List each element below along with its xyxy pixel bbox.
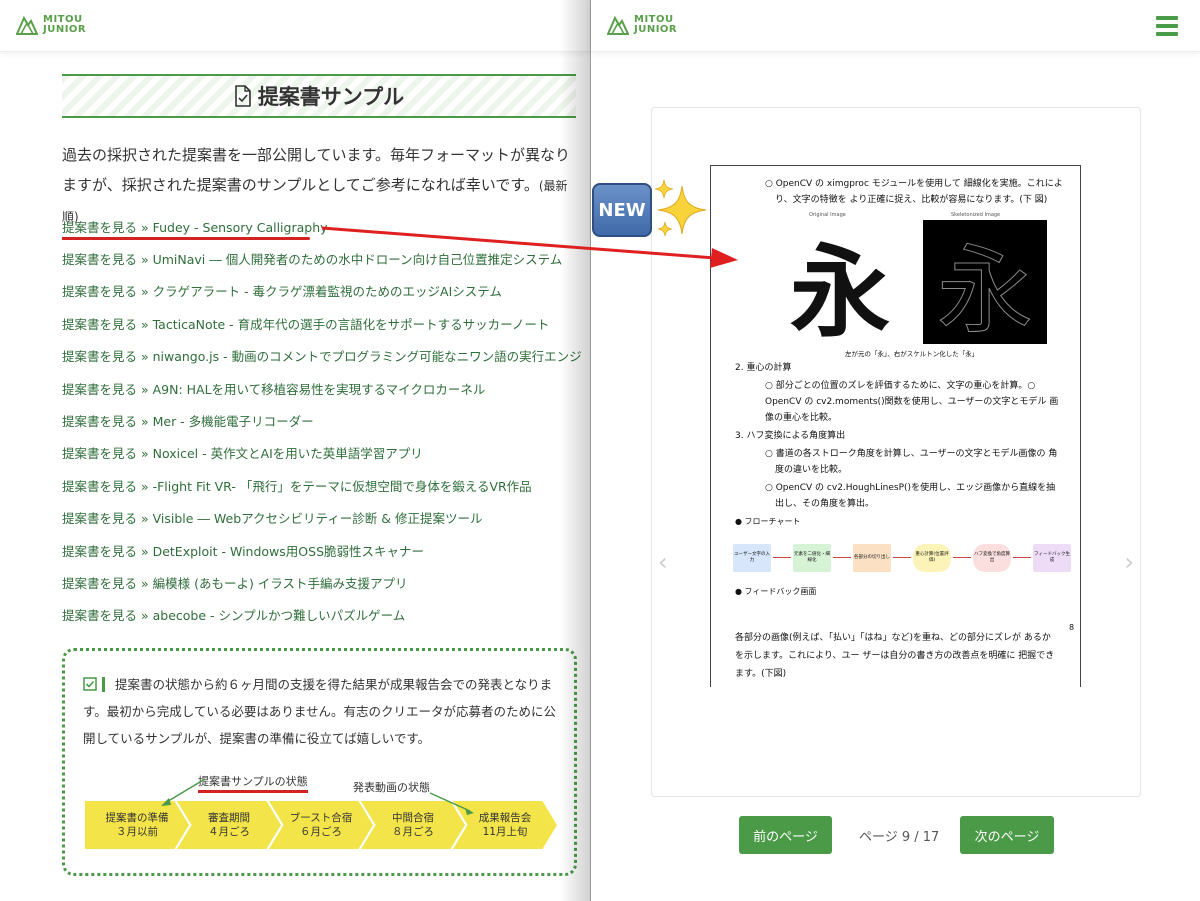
proposal-link[interactable]: 提案書を見る » Visible ― Webアクセシビリティー診断 & 修正提案… — [62, 502, 582, 534]
flowchart: ユーザー文字の入力 元素を二値化・細線化 各部分の切り出し 重心計算(位置評価)… — [733, 544, 1073, 574]
pdf-page: ○ OpenCV の ximgproc モジュールを使用して 細線化を実施。これ… — [710, 165, 1081, 687]
flow-arrow — [893, 557, 911, 558]
proposal-link[interactable]: 提案書を見る » Mer - 多機能電子リコーダー — [62, 404, 582, 436]
flow-node: 元素を二値化・細線化 — [793, 544, 831, 572]
feedback-title: ● フィードバック画面 — [735, 587, 817, 596]
pdf-text: ○ 書道の各ストローク角度を計算し、ユーザーの文字とモデル画像の 角 — [765, 449, 1058, 459]
proposal-link[interactable]: 提案書を見る » 編模様 (あもーよ) イラスト手編み支援アプリ — [62, 566, 582, 598]
prev-page-button[interactable]: 前のページ — [739, 816, 832, 854]
proposal-link[interactable]: 提案書を見る » Noxicel - 英作文とAIを用いた英単語学習アプリ — [62, 437, 582, 469]
section-title: 提案書サンプル — [62, 74, 576, 118]
page-title: 提案書サンプル — [257, 85, 405, 109]
next-page-button[interactable]: 次のページ — [960, 816, 1054, 854]
flow-node: ユーザー文字の入力 — [733, 544, 771, 572]
pdf-text: 各部分の画像(例えば、「払い」「はね」など)を重ね、どの部分にズレが あるか — [735, 633, 1051, 643]
proposal-link-list: 提案書を見る » Fudey - Sensory Calligraphy 提案書… — [62, 210, 582, 631]
right-header: MITOU JUNIOR — [591, 0, 1200, 52]
intro-text: 過去の採択された提案書を一部公開しています。毎年フォーマットが異なりますが、採択… — [62, 146, 571, 194]
pdf-text: 像の重心を比較。 — [765, 413, 838, 423]
proposal-link[interactable]: 提案書を見る » A9N: HALを用いて移植容易性を実現するマイクロカーネル — [62, 372, 582, 404]
pdf-text: 出し、その角度を算出。 — [775, 499, 875, 509]
flow-arrow — [773, 557, 791, 558]
pdf-bullet1-line1: ○ OpenCV の ximgproc モジュールを使用して 細線化を実施。これ… — [765, 179, 1063, 189]
new-badge: NEW — [592, 183, 652, 237]
menu-icon[interactable] — [1156, 16, 1178, 36]
chevron-left-icon[interactable]: ‹ — [658, 548, 668, 576]
pdf-text: ○ OpenCV の cv2.HoughLinesP()を使用し、エッジ画像から… — [765, 483, 1056, 493]
proposal-link[interactable]: 提案書を見る » abecobe - シンプルかつ難しいパズルゲーム — [62, 599, 582, 631]
pdf-text: を示します。これにより、ユー ザーは自分の書き方の改善点を明確に 把握でき — [735, 651, 1055, 661]
chevron-right-icon[interactable]: › — [1124, 548, 1134, 576]
sparkles-icon — [654, 179, 707, 237]
proposal-link[interactable]: 提案書を見る » Fudey - Sensory Calligraphy — [62, 210, 582, 242]
flow-arrow — [1013, 557, 1031, 558]
proposal-link[interactable]: 提案書を見る » クラゲアラート - 毒クラゲ漂着監視のためのエッジAIシステム — [62, 275, 582, 307]
logo-line2: JUNIOR — [43, 24, 87, 35]
timeline-arrows — [161, 778, 474, 815]
pdf-heading-2: 2. 重心の計算 — [735, 363, 792, 373]
document-icon — [235, 85, 251, 107]
left-header: MITOU JUNIOR — [0, 0, 590, 52]
pdf-heading-3: 3. ハフ変換による角度算出 — [735, 431, 846, 441]
proposal-link[interactable]: 提案書を見る » TacticaNote - 育成年代の選手の言語化をサポートす… — [62, 307, 582, 339]
flow-node: ハフ変換で角度算出 — [973, 544, 1011, 572]
pdf-text: 度の違いを比較。 — [775, 465, 848, 475]
skeleton-kanji-image: 永 — [923, 220, 1047, 347]
flow-node: フィードバック生成 — [1033, 544, 1071, 572]
pdf-text: ます。(下図) — [735, 669, 787, 679]
proposal-link[interactable]: 提案書を見る » DetExploit - Windows用OSS脆弱性スキャナ… — [62, 534, 582, 566]
logo-line2: JUNIOR — [634, 24, 678, 35]
pdf-bullet1-line2: り、文字の特徴を より正確に捉え、比較が容易になります。(下 図) — [775, 195, 1048, 205]
flowchart-title: ● フローチャート — [735, 517, 801, 526]
original-kanji-image: 永 — [790, 232, 890, 351]
proposal-link[interactable]: 提案書を見る » UmiNavi ― 個人開発者のための水中ドローン向け自己位置… — [62, 242, 582, 274]
mitou-junior-logo[interactable]: MITOU JUNIOR — [607, 14, 677, 36]
proposal-link[interactable]: 提案書を見る » -Flight Fit VR- 「飛行」をテーマに仮想空間で身… — [62, 469, 582, 501]
right-panel: MITOU JUNIOR ‹ › ○ OpenCV の ximgproc モジュ… — [590, 0, 1200, 901]
logo-mountain-icon — [607, 15, 629, 35]
flow-node: 重心計算(位置評価) — [913, 544, 951, 572]
mitou-junior-logo[interactable]: MITOU JUNIOR — [16, 14, 86, 36]
proposal-link[interactable]: 提案書を見る » niwango.js - 動画のコメントでプログラミング可能な… — [62, 340, 582, 372]
logo-mountain-icon — [16, 15, 38, 35]
pdf-text: ○ 部分ごとの位置のズレを評価するために、文字の重心を計算。○ — [765, 381, 1036, 391]
left-panel: MITOU JUNIOR 提案書サンプル 過去の採択された提案書を一部公開してい… — [0, 0, 590, 901]
info-callout: 提案書の状態から約６ヶ月間の支援を得た結果が成果報告会での発表となります。最初か… — [62, 648, 577, 876]
flow-node: 各部分の切り出し — [853, 544, 891, 572]
flow-arrow — [953, 557, 971, 558]
figure-caption: 左が元の「永」、右がスケルトン化した「永」 — [845, 350, 979, 358]
pdf-page-number: 8 — [1069, 623, 1075, 632]
page-indicator: ページ 9 / 17 — [859, 830, 940, 845]
pdf-text: OpenCV の cv2.moments()関数を使用し、ユーザーの文字とモデル… — [765, 397, 1059, 407]
flow-arrow — [833, 557, 851, 558]
